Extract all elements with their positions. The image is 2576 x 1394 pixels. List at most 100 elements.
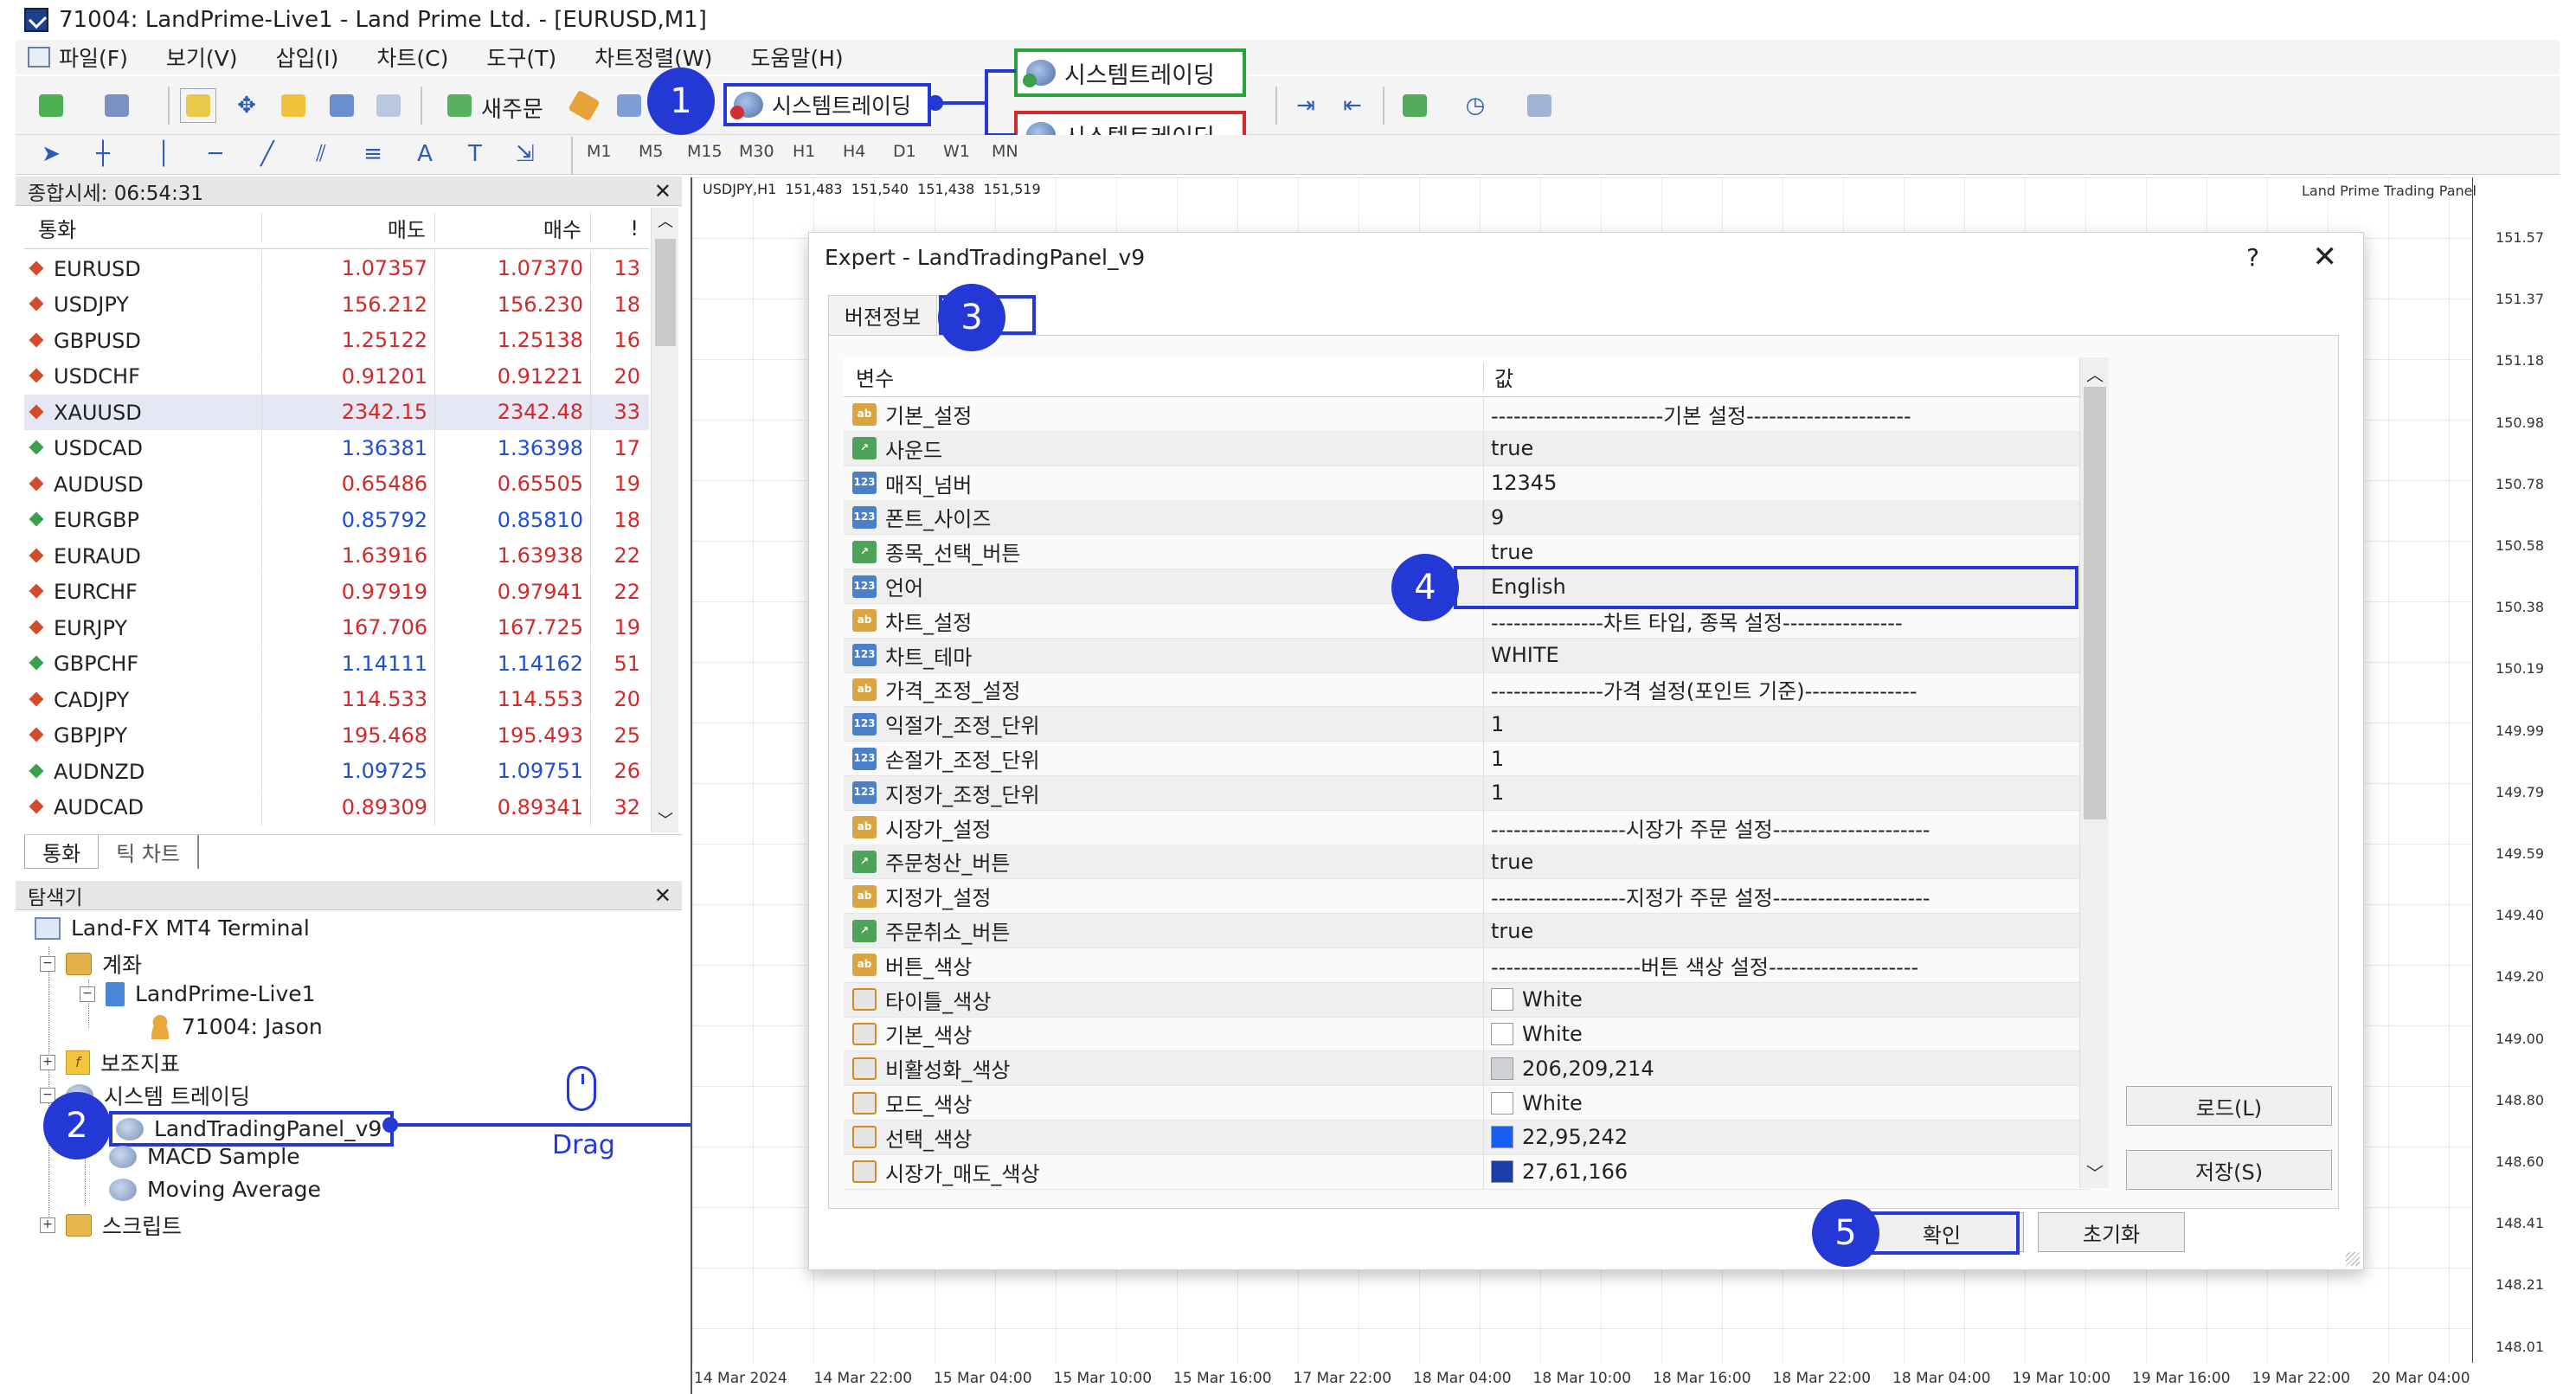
col-variable[interactable]: 변수 [844, 362, 1484, 392]
channel-icon[interactable]: ⫽ [303, 137, 339, 171]
market-watch-row[interactable]: USDCHF 0.91201 0.91221 20 [24, 358, 649, 395]
tf-d1[interactable]: D1 [893, 142, 916, 161]
value-cell[interactable]: 1 [1484, 742, 2090, 775]
tf-m1[interactable]: M1 [587, 142, 611, 161]
input-value[interactable]: White [1522, 1022, 1583, 1046]
new-order-button[interactable]: 새주문 [481, 92, 543, 124]
nav-scripts[interactable]: + 스크립트 [40, 1210, 182, 1241]
navigator-close-icon[interactable]: ✕ [654, 883, 671, 908]
input-value[interactable]: --------------------버튼 색상 설정------------… [1491, 950, 1918, 980]
crosshair-icon[interactable]: ┼ [85, 137, 121, 171]
save-button[interactable]: 저장(S) [2126, 1150, 2332, 1190]
input-row[interactable]: ↗ 종목_선택_버튼 true [844, 535, 2090, 570]
value-cell[interactable]: 27,61,166 [1484, 1155, 2090, 1189]
market-watch-row[interactable]: AUDUSD 0.65486 0.65505 19 [24, 466, 649, 502]
input-value[interactable]: 22,95,242 [1522, 1125, 1628, 1149]
autoscroll-icon[interactable]: ⇤ [1334, 88, 1371, 123]
menu-file[interactable]: 파일(F) [55, 42, 147, 73]
input-row[interactable]: 123 차트_테마 WHITE [844, 638, 2090, 673]
input-value[interactable]: ------------------지정가 주문 설정-------------… [1491, 881, 1930, 911]
input-row[interactable]: ab 버튼_색상 --------------------버튼 색상 설정-----… [844, 948, 2090, 983]
scroll-up-icon[interactable]: ︿ [2080, 361, 2110, 386]
input-value[interactable]: -----------------------기본 설정------------… [1491, 399, 1911, 429]
scroll-down-icon[interactable]: ﹀ [652, 808, 679, 831]
input-row[interactable]: 123 폰트_사이즈 9 [844, 500, 2090, 536]
scroll-down-icon[interactable]: ﹀ [2080, 1160, 2110, 1185]
input-value[interactable]: true [1491, 850, 1533, 874]
periods-clock-icon[interactable]: ◷ [1457, 88, 1494, 123]
input-value[interactable]: 12345 [1491, 471, 1557, 495]
horizontal-line-icon[interactable]: ─ [197, 137, 234, 171]
menu-charts[interactable]: 차트(C) [357, 42, 467, 73]
market-watch-row[interactable]: EURCHF 0.97919 0.97941 22 [24, 574, 649, 610]
value-cell[interactable]: 22,95,242 [1484, 1121, 2090, 1154]
tab-about[interactable]: 버젼정보 [828, 295, 937, 335]
color-swatch[interactable] [1491, 1091, 1513, 1115]
market-watch-icon[interactable] [180, 88, 216, 123]
tab-symbols[interactable]: 통화 [24, 835, 100, 869]
tf-m5[interactable]: M5 [639, 142, 663, 161]
input-row[interactable]: 타이틀_색상 White [844, 982, 2090, 1018]
col-symbol[interactable]: 통화 [24, 213, 262, 243]
menu-help[interactable]: 도움말(H) [731, 42, 862, 73]
nav-root[interactable]: Land-FX MT4 Terminal [35, 915, 310, 941]
value-cell[interactable]: White [1484, 983, 2090, 1017]
col-value[interactable]: 값 [1484, 362, 1513, 392]
nav-ea-moving-average[interactable]: Moving Average [109, 1177, 321, 1202]
nav-account[interactable]: 71004: Jason [149, 1014, 323, 1039]
value-cell[interactable]: true [1484, 914, 2090, 948]
input-value[interactable]: 9 [1491, 505, 1504, 530]
value-cell[interactable]: WHITE [1484, 639, 2090, 672]
input-row[interactable]: ↗ 주문취소_버튼 true [844, 914, 2090, 948]
input-value[interactable]: 1 [1491, 747, 1504, 771]
value-cell[interactable]: White [1484, 1017, 2090, 1050]
nav-server[interactable]: − LandPrime-Live1 [80, 981, 316, 1006]
trendline-icon[interactable]: ╱ [249, 137, 286, 171]
templates-icon[interactable] [1521, 88, 1558, 123]
color-swatch[interactable] [1491, 1126, 1513, 1149]
value-cell[interactable]: 1 [1484, 776, 2090, 810]
terminal-icon[interactable] [324, 88, 360, 123]
input-value[interactable]: 1 [1491, 712, 1504, 736]
color-swatch[interactable] [1491, 1160, 1513, 1184]
input-value[interactable]: ---------------가격 설정(포인트 기준)------------… [1491, 674, 1918, 704]
market-watch-row[interactable]: USDCAD 1.36381 1.36398 17 [24, 430, 649, 466]
profiles-icon[interactable] [99, 88, 135, 123]
expand-icon[interactable]: + [40, 1217, 55, 1233]
market-watch-close-icon[interactable]: ✕ [654, 179, 671, 203]
inputs-scrollbar[interactable]: ︿ ﹀ [2079, 357, 2109, 1188]
input-row[interactable]: 123 익절가_조정_단위 1 [844, 707, 2090, 742]
menu-tools[interactable]: 도구(T) [467, 42, 575, 73]
value-cell[interactable]: true [1484, 535, 2090, 569]
scroll-thumb[interactable] [2084, 387, 2106, 819]
input-value[interactable]: ---------------차트 타입, 종목 설정-------------… [1491, 606, 1903, 636]
text-label-icon[interactable]: T [457, 137, 493, 171]
value-cell[interactable]: true [1484, 845, 2090, 878]
crosshair-move-icon[interactable]: ✥ [228, 88, 265, 123]
nav-indicators[interactable]: + f 보조지표 [40, 1047, 180, 1078]
input-row[interactable]: ↗ 주문청산_버튼 true [844, 845, 2090, 880]
fibonacci-icon[interactable]: ≡ [355, 137, 391, 171]
expand-icon[interactable]: + [40, 1055, 55, 1070]
nav-ea-landtradingpanel[interactable]: LandTradingPanel_v9 [109, 1111, 395, 1147]
input-value[interactable]: White [1522, 1091, 1583, 1115]
nav-ea-macd[interactable]: MACD Sample [109, 1144, 300, 1169]
help-icon[interactable]: ? [2246, 243, 2259, 272]
market-watch-row[interactable]: GBPUSD 1.25122 1.25138 16 [24, 323, 649, 358]
text-icon[interactable]: A [407, 137, 443, 171]
value-cell[interactable]: 9 [1484, 500, 2090, 534]
input-row[interactable]: ↗ 사운드 true [844, 431, 2090, 466]
value-cell[interactable]: --------------------버튼 색상 설정------------… [1484, 948, 2090, 982]
value-cell[interactable]: -----------------------기본 설정------------… [1484, 397, 2090, 431]
autotrading-button[interactable]: 시스템트레이딩 [723, 83, 931, 126]
cursor-icon[interactable]: ➤ [33, 137, 69, 171]
input-value[interactable]: true [1491, 540, 1533, 564]
collapse-icon[interactable]: − [40, 956, 55, 972]
reset-button[interactable]: 초기화 [2038, 1212, 2185, 1252]
load-button[interactable]: 로드(L) [2126, 1086, 2332, 1126]
input-row[interactable]: ab 시장가_설정 ------------------시장가 주문 설정-----… [844, 810, 2090, 845]
input-row[interactable]: ab 기본_설정 -----------------------기본 설정-----… [844, 397, 2090, 432]
market-watch-row[interactable]: GBPCHF 1.14111 1.14162 51 [24, 646, 649, 682]
close-icon[interactable]: ✕ [2313, 240, 2338, 274]
menu-window[interactable]: 차트정렬(W) [575, 42, 731, 73]
